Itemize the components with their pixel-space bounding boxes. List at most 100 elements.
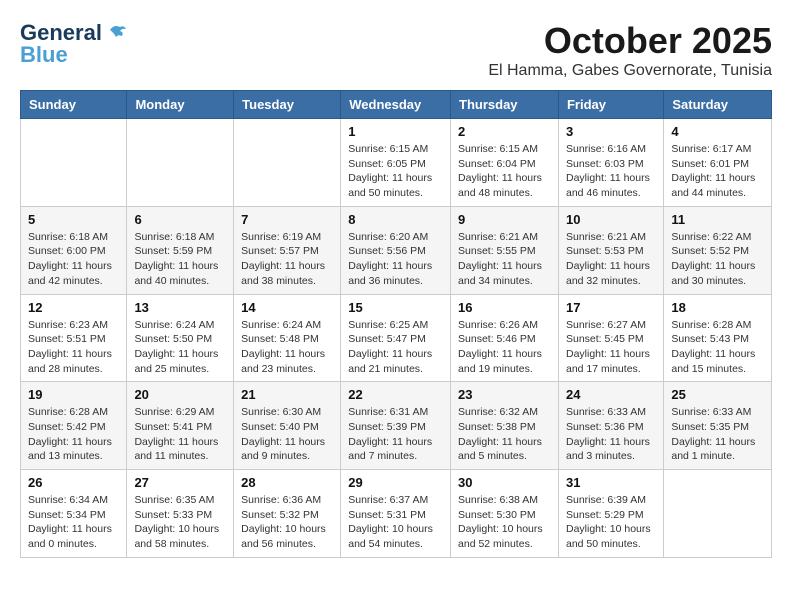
calendar-cell: 15Sunrise: 6:25 AM Sunset: 5:47 PM Dayli… xyxy=(341,294,451,382)
day-info: Sunrise: 6:27 AM Sunset: 5:45 PM Dayligh… xyxy=(566,318,656,377)
day-info: Sunrise: 6:39 AM Sunset: 5:29 PM Dayligh… xyxy=(566,493,656,552)
calendar-cell xyxy=(664,470,772,558)
calendar-header-friday: Friday xyxy=(558,91,663,119)
day-info: Sunrise: 6:28 AM Sunset: 5:42 PM Dayligh… xyxy=(28,405,119,464)
day-number: 24 xyxy=(566,387,656,402)
day-info: Sunrise: 6:34 AM Sunset: 5:34 PM Dayligh… xyxy=(28,493,119,552)
logo-bird-icon xyxy=(106,22,128,44)
calendar-cell: 20 Sunrise: 6:29 AM Sunset: 5:41 PM Dayli… xyxy=(127,382,234,470)
calendar-week-row: 12Sunrise: 6:23 AM Sunset: 5:51 PM Dayli… xyxy=(21,294,772,382)
day-info: Sunrise: 6:25 AM Sunset: 5:47 PM Dayligh… xyxy=(348,318,443,377)
day-number: 3 xyxy=(566,124,656,139)
calendar-header-row: SundayMondayTuesdayWednesdayThursdayFrid… xyxy=(21,91,772,119)
day-number: 19 xyxy=(28,387,119,402)
calendar-cell: 30 Sunrise: 6:38 AM Sunset: 5:30 PM Dayli… xyxy=(451,470,559,558)
logo: General Blue xyxy=(20,20,128,68)
calendar-week-row: 5 Sunrise: 6:18 AM Sunset: 6:00 PM Daylig… xyxy=(21,206,772,294)
calendar-cell: 1 Sunrise: 6:15 AM Sunset: 6:05 PM Daylig… xyxy=(341,119,451,207)
day-number: 8 xyxy=(348,212,443,227)
calendar-cell: 14Sunrise: 6:24 AM Sunset: 5:48 PM Dayli… xyxy=(234,294,341,382)
location-title: El Hamma, Gabes Governorate, Tunisia xyxy=(488,62,772,80)
day-info: Sunrise: 6:36 AM Sunset: 5:32 PM Dayligh… xyxy=(241,493,333,552)
day-number: 26 xyxy=(28,475,119,490)
month-title: October 2025 xyxy=(488,20,772,62)
calendar-cell: 29 Sunrise: 6:37 AM Sunset: 5:31 PM Dayli… xyxy=(341,470,451,558)
day-info: Sunrise: 6:21 AM Sunset: 5:55 PM Dayligh… xyxy=(458,230,551,289)
day-number: 30 xyxy=(458,475,551,490)
calendar-cell: 19 Sunrise: 6:28 AM Sunset: 5:42 PM Dayli… xyxy=(21,382,127,470)
day-number: 7 xyxy=(241,212,333,227)
day-number: 31 xyxy=(566,475,656,490)
calendar-cell: 3 Sunrise: 6:16 AM Sunset: 6:03 PM Daylig… xyxy=(558,119,663,207)
day-info: Sunrise: 6:30 AM Sunset: 5:40 PM Dayligh… xyxy=(241,405,333,464)
day-info: Sunrise: 6:15 AM Sunset: 6:04 PM Dayligh… xyxy=(458,142,551,201)
day-number: 10 xyxy=(566,212,656,227)
calendar-header-sunday: Sunday xyxy=(21,91,127,119)
calendar-cell: 4Sunrise: 6:17 AM Sunset: 6:01 PM Daylig… xyxy=(664,119,772,207)
calendar-cell: 6Sunrise: 6:18 AM Sunset: 5:59 PM Daylig… xyxy=(127,206,234,294)
day-number: 13 xyxy=(134,300,226,315)
day-number: 29 xyxy=(348,475,443,490)
calendar-cell: 11 Sunrise: 6:22 AM Sunset: 5:52 PM Dayli… xyxy=(664,206,772,294)
calendar-cell: 8 Sunrise: 6:20 AM Sunset: 5:56 PM Daylig… xyxy=(341,206,451,294)
calendar-header-thursday: Thursday xyxy=(451,91,559,119)
calendar-cell: 22Sunrise: 6:31 AM Sunset: 5:39 PM Dayli… xyxy=(341,382,451,470)
calendar-cell xyxy=(234,119,341,207)
calendar-cell: 31 Sunrise: 6:39 AM Sunset: 5:29 PM Dayli… xyxy=(558,470,663,558)
calendar-cell: 9 Sunrise: 6:21 AM Sunset: 5:55 PM Daylig… xyxy=(451,206,559,294)
calendar-cell: 24 Sunrise: 6:33 AM Sunset: 5:36 PM Dayli… xyxy=(558,382,663,470)
day-number: 23 xyxy=(458,387,551,402)
calendar-table: SundayMondayTuesdayWednesdayThursdayFrid… xyxy=(20,90,772,558)
day-number: 28 xyxy=(241,475,333,490)
day-info: Sunrise: 6:28 AM Sunset: 5:43 PM Dayligh… xyxy=(671,318,764,377)
day-info: Sunrise: 6:33 AM Sunset: 5:35 PM Dayligh… xyxy=(671,405,764,464)
day-info: Sunrise: 6:37 AM Sunset: 5:31 PM Dayligh… xyxy=(348,493,443,552)
day-number: 11 xyxy=(671,212,764,227)
day-number: 14 xyxy=(241,300,333,315)
day-number: 12 xyxy=(28,300,119,315)
calendar-cell: 16Sunrise: 6:26 AM Sunset: 5:46 PM Dayli… xyxy=(451,294,559,382)
day-number: 5 xyxy=(28,212,119,227)
day-number: 18 xyxy=(671,300,764,315)
day-info: Sunrise: 6:38 AM Sunset: 5:30 PM Dayligh… xyxy=(458,493,551,552)
day-info: Sunrise: 6:19 AM Sunset: 5:57 PM Dayligh… xyxy=(241,230,333,289)
day-info: Sunrise: 6:26 AM Sunset: 5:46 PM Dayligh… xyxy=(458,318,551,377)
day-info: Sunrise: 6:24 AM Sunset: 5:50 PM Dayligh… xyxy=(134,318,226,377)
calendar-cell: 28 Sunrise: 6:36 AM Sunset: 5:32 PM Dayli… xyxy=(234,470,341,558)
calendar-header-saturday: Saturday xyxy=(664,91,772,119)
day-number: 17 xyxy=(566,300,656,315)
day-number: 27 xyxy=(134,475,226,490)
day-number: 9 xyxy=(458,212,551,227)
day-info: Sunrise: 6:20 AM Sunset: 5:56 PM Dayligh… xyxy=(348,230,443,289)
day-info: Sunrise: 6:29 AM Sunset: 5:41 PM Dayligh… xyxy=(134,405,226,464)
logo-text-blue: Blue xyxy=(20,42,68,68)
day-info: Sunrise: 6:18 AM Sunset: 5:59 PM Dayligh… xyxy=(134,230,226,289)
day-info: Sunrise: 6:15 AM Sunset: 6:05 PM Dayligh… xyxy=(348,142,443,201)
calendar-cell: 10Sunrise: 6:21 AM Sunset: 5:53 PM Dayli… xyxy=(558,206,663,294)
calendar-cell: 12Sunrise: 6:23 AM Sunset: 5:51 PM Dayli… xyxy=(21,294,127,382)
calendar-cell xyxy=(127,119,234,207)
title-section: October 2025 El Hamma, Gabes Governorate… xyxy=(488,20,772,80)
calendar-week-row: 26 Sunrise: 6:34 AM Sunset: 5:34 PM Dayli… xyxy=(21,470,772,558)
day-number: 20 xyxy=(134,387,226,402)
calendar-cell: 13 Sunrise: 6:24 AM Sunset: 5:50 PM Dayli… xyxy=(127,294,234,382)
day-info: Sunrise: 6:18 AM Sunset: 6:00 PM Dayligh… xyxy=(28,230,119,289)
calendar-cell: 18 Sunrise: 6:28 AM Sunset: 5:43 PM Dayli… xyxy=(664,294,772,382)
day-info: Sunrise: 6:33 AM Sunset: 5:36 PM Dayligh… xyxy=(566,405,656,464)
day-number: 25 xyxy=(671,387,764,402)
calendar-header-tuesday: Tuesday xyxy=(234,91,341,119)
day-number: 4 xyxy=(671,124,764,139)
calendar-cell: 26 Sunrise: 6:34 AM Sunset: 5:34 PM Dayli… xyxy=(21,470,127,558)
calendar-cell: 7 Sunrise: 6:19 AM Sunset: 5:57 PM Daylig… xyxy=(234,206,341,294)
day-info: Sunrise: 6:22 AM Sunset: 5:52 PM Dayligh… xyxy=(671,230,764,289)
calendar-cell: 2 Sunrise: 6:15 AM Sunset: 6:04 PM Daylig… xyxy=(451,119,559,207)
day-info: Sunrise: 6:16 AM Sunset: 6:03 PM Dayligh… xyxy=(566,142,656,201)
calendar-cell: 27Sunrise: 6:35 AM Sunset: 5:33 PM Dayli… xyxy=(127,470,234,558)
day-number: 1 xyxy=(348,124,443,139)
day-number: 2 xyxy=(458,124,551,139)
calendar-header-monday: Monday xyxy=(127,91,234,119)
calendar-cell: 5 Sunrise: 6:18 AM Sunset: 6:00 PM Daylig… xyxy=(21,206,127,294)
calendar-week-row: 1 Sunrise: 6:15 AM Sunset: 6:05 PM Daylig… xyxy=(21,119,772,207)
calendar-cell: 21Sunrise: 6:30 AM Sunset: 5:40 PM Dayli… xyxy=(234,382,341,470)
calendar-header-wednesday: Wednesday xyxy=(341,91,451,119)
